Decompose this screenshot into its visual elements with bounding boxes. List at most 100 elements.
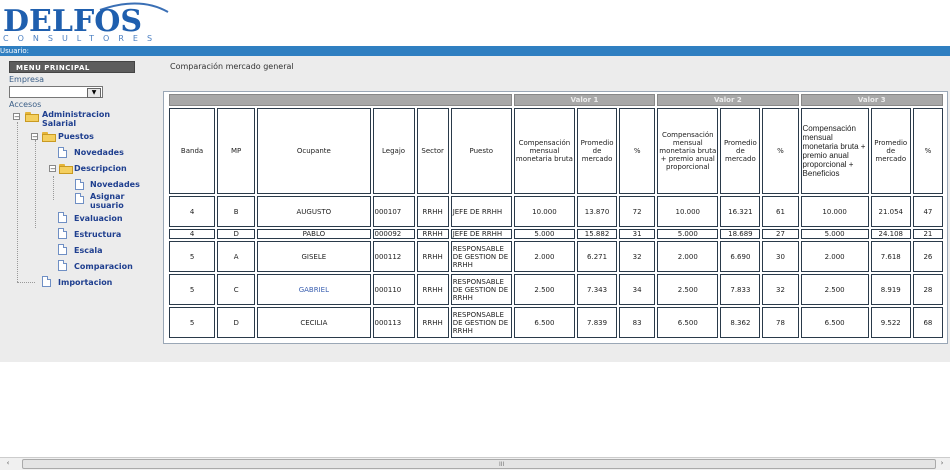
table-cell: 6.500 [657,307,719,338]
sidebar: MENU PRINCIPAL Empresa ▼ Accesos − Admin… [0,56,160,362]
table-cell[interactable]: CECILIA [257,307,371,338]
table-cell: 2.000 [513,241,575,272]
table-cell: 24.108 [870,229,911,239]
col-header: Compensación mensual monetaria bruta [513,108,575,194]
table-row: 5 A GISELE 000112 RRHH RESPONSABLE DE GESTION… [169,241,943,272]
table-cell[interactable]: AUGUSTO [257,196,371,227]
table-cell: RESPONSABLE DE GESTION DE RRHH [450,274,512,305]
table-cell: RRHH [416,307,449,338]
table-cell: JEFE DE RRHH [450,196,512,227]
table-cell: 000112 [372,241,415,272]
table-cell: 5.000 [800,229,869,239]
tree-item-estructura[interactable]: Estructura [74,230,121,239]
table-cell: RESPONSABLE DE GESTION DE RRHH [450,241,512,272]
table-cell: 4 [169,229,216,239]
table-cell: 7.839 [577,307,618,338]
table-cell: 6.690 [720,241,761,272]
tree-item-desc-novedades[interactable]: Novedades [90,180,140,189]
chevron-down-icon[interactable]: ▼ [87,88,101,98]
table-cell: 000113 [372,307,415,338]
scroll-right-icon[interactable]: › [936,458,948,469]
tree-item-importacion[interactable]: Importacion [58,278,112,287]
table-cell: RESPONSABLE DE GESTION DE RRHH [450,307,512,338]
table-cell: 7.833 [720,274,761,305]
col-header: % [762,108,799,194]
table-cell: 2.500 [513,274,575,305]
col-header: % [619,108,656,194]
table-cell: 13.870 [577,196,618,227]
table-cell: RRHH [416,196,449,227]
page-title: Comparación mercado general [170,62,294,71]
col-header: Banda [169,108,216,194]
document-icon [75,179,84,190]
col-header: Ocupante [257,108,371,194]
comparison-table-panel: Valor 1 Valor 2 Valor 3 Banda MP Ocupant… [163,91,948,344]
document-icon [58,228,67,239]
collapse-icon[interactable]: − [49,165,56,173]
collapse-icon[interactable]: − [13,113,20,121]
table-row: 4 D PABLO 000092 RRHH JEFE DE RRHH 5.000 15.882… [169,229,943,239]
collapse-icon[interactable]: − [31,133,38,141]
col-header: Promedio de mercado [720,108,761,194]
table-cell: 9.522 [870,307,911,338]
scroll-left-icon[interactable]: ‹ [2,458,14,469]
tree-item-escala[interactable]: Escala [74,246,103,255]
table-cell: 4 [169,196,216,227]
tree-item-descripcion[interactable]: Descripcion [74,164,127,173]
table-cell: 8.362 [720,307,761,338]
document-icon [42,276,51,287]
group-header-valor1: Valor 1 [513,94,656,106]
top-bar [0,46,950,56]
empresa-label: Empresa [9,75,45,84]
table-cell: 000107 [372,196,415,227]
table-cell: 18.689 [720,229,761,239]
table-cell: RRHH [416,241,449,272]
folder-icon [59,164,73,174]
empresa-select[interactable]: ▼ [9,86,103,98]
table-cell: 32 [762,274,799,305]
col-header: Puesto [450,108,512,194]
col-header: Sector [416,108,449,194]
table-cell[interactable]: GABRIEL [257,274,371,305]
table-cell: 31 [619,229,656,239]
table-cell[interactable]: GISELE [257,241,371,272]
table-cell: A [217,241,256,272]
table-row: 4 B AUGUSTO 000107 RRHH JEFE DE RRHH 10.000 13.… [169,196,943,227]
table-row: 5 D CECILIA 000113 RRHH RESPONSABLE DE GESTIO… [169,307,943,338]
table-cell: 6.500 [513,307,575,338]
table-cell: 16.321 [720,196,761,227]
col-header: Promedio de mercado [577,108,618,194]
main-area: MENU PRINCIPAL Empresa ▼ Accesos − Admin… [0,56,950,362]
group-header-valor3: Valor 3 [800,94,943,106]
horizontal-scrollbar[interactable]: ‹ III › [0,457,950,470]
table-cell: 61 [762,196,799,227]
tree-item-comparacion[interactable]: Comparacion [74,262,133,271]
table-cell: 15.882 [577,229,618,239]
group-header-valor2: Valor 2 [657,94,799,106]
table-cell: 7.343 [577,274,618,305]
table-cell: 6.271 [577,241,618,272]
table-cell: 26 [912,241,943,272]
tree-item-novedades[interactable]: Novedades [74,148,124,157]
table-cell: 6.500 [800,307,869,338]
table-cell[interactable]: PABLO [257,229,371,239]
column-header-row: Banda MP Ocupante Legajo Sector Puesto C… [169,108,943,194]
table-cell: 5.000 [513,229,575,239]
group-header-blank [169,94,512,106]
scroll-thumb[interactable]: III [22,459,936,469]
tree-item-asignar-usuario[interactable]: Asignar usuario [90,192,130,210]
col-header: Legajo [372,108,415,194]
table-cell: 30 [762,241,799,272]
table-cell: 10.000 [800,196,869,227]
col-header: MP [217,108,256,194]
scroll-grip: III [499,461,505,468]
logo-sub: CONSULTORES [3,34,161,43]
tree-item-administracion[interactable]: Administracion Salarial [42,110,122,128]
table-cell: 21 [912,229,943,239]
table-cell: 5 [169,274,216,305]
tree-item-puestos[interactable]: Puestos [58,132,94,141]
user-label: Usuario: [0,47,29,55]
group-header-row: Valor 1 Valor 2 Valor 3 [169,94,943,106]
table-cell: B [217,196,256,227]
tree-item-evaluacion[interactable]: Evaluacion [74,214,123,223]
